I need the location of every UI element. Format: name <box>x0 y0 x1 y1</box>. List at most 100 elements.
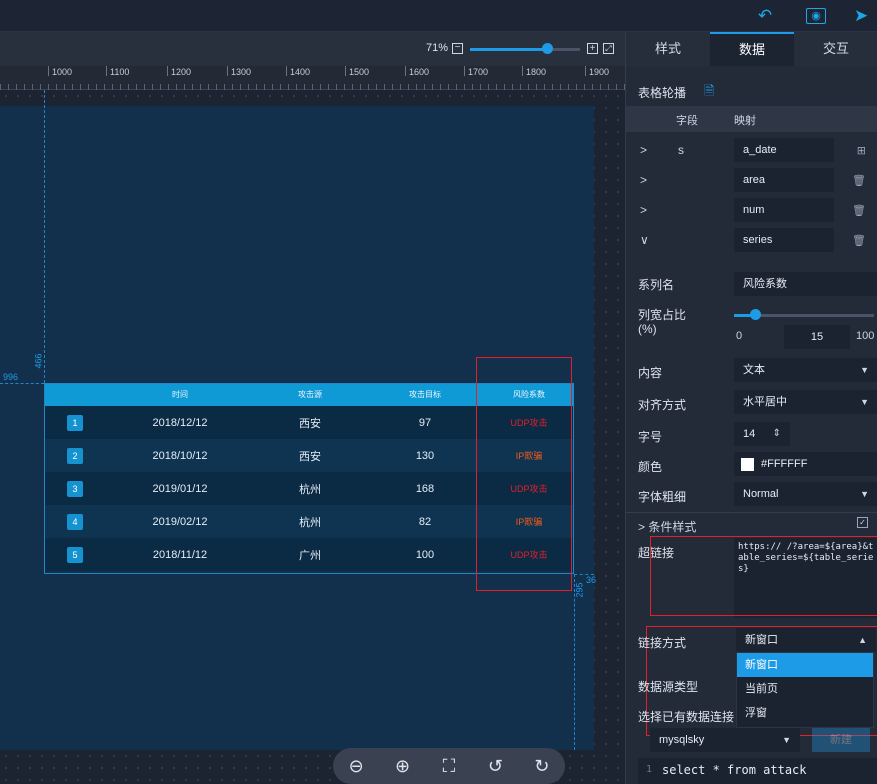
ruler-tick: 1300 <box>227 66 251 77</box>
cell-time: 2019/02/12 <box>152 515 208 528</box>
ruler-tick: 1600 <box>405 66 429 77</box>
trash-icon[interactable]: 🗑 <box>852 204 866 217</box>
color-picker[interactable]: #FFFFFF <box>734 452 877 476</box>
align-label: 对齐方式 <box>638 398 687 412</box>
connection-select[interactable]: mysqlsky ▼ <box>650 728 800 752</box>
ruler-tick: 1700 <box>464 66 488 77</box>
fullscreen-icon[interactable]: ⛶ <box>436 756 462 777</box>
zoom-out-button[interactable]: − <box>452 43 463 54</box>
option-new-window[interactable]: 新窗口 <box>737 653 873 677</box>
col-width-handle[interactable] <box>750 309 761 320</box>
cell-source: 广州 <box>299 549 321 562</box>
line-number: 1 <box>646 764 653 775</box>
col-width-unit: (%) <box>638 322 657 336</box>
undo-icon[interactable]: ↶ <box>754 6 776 26</box>
trash-icon[interactable]: 🗑 <box>852 174 866 187</box>
field-row[interactable]: > num 🗑 <box>626 196 877 224</box>
fontsize-label: 字号 <box>638 430 663 444</box>
field-map-input[interactable]: a_date <box>734 138 834 162</box>
guide-line-vertical <box>44 90 45 383</box>
mapping-field-label: 字段 <box>676 115 698 127</box>
align-select[interactable]: 水平居中 ▼ <box>734 390 877 414</box>
chevron-down-icon[interactable]: ∨ <box>640 233 649 247</box>
zoom-slider-track[interactable] <box>470 48 580 51</box>
cell-time: 2018/11/12 <box>152 548 208 561</box>
zoom-slider-fill <box>470 48 547 51</box>
cell-time: 2018/12/12 <box>152 416 208 429</box>
publish-icon[interactable]: ➤ <box>850 6 872 26</box>
guide-top-label: 466 <box>33 353 44 369</box>
color-value: #FFFFFF <box>761 458 808 470</box>
cell-target: 97 <box>418 416 432 429</box>
link-mode-dropdown: 新窗口 当前页 浮窗 <box>736 652 874 728</box>
col-width-label: 列宽占比 <box>638 308 687 322</box>
fontsize-stepper[interactable]: 14 ⇕ <box>734 422 790 446</box>
content-value: 文本 <box>743 364 765 376</box>
caret-down-icon: ▼ <box>860 489 869 499</box>
header-target: 攻击目标 <box>409 390 441 399</box>
link-mode-select[interactable]: 新窗口 ▲ <box>736 628 876 652</box>
cell-time: 2019/01/12 <box>152 482 208 495</box>
cell-source: 西安 <box>299 417 321 430</box>
tab-style[interactable]: 样式 <box>626 32 710 66</box>
cell-target: 82 <box>418 515 432 528</box>
sql-editor[interactable]: 1 select * from attack <box>638 758 877 784</box>
add-field-icon[interactable]: ⊞ <box>857 144 866 157</box>
field-map-input[interactable]: area <box>734 168 834 192</box>
condition-style-label[interactable]: > 条件样式 <box>638 518 696 535</box>
fontweight-value: Normal <box>743 488 779 500</box>
zoom-in-button[interactable]: + <box>587 43 598 54</box>
chevron-right-icon[interactable]: > <box>640 143 647 157</box>
zoom-in-icon[interactable]: ⊕ <box>390 756 416 777</box>
stepper-icon[interactable]: ⇕ <box>773 423 781 445</box>
zoom-out-icon[interactable]: ⊖ <box>343 756 369 777</box>
guide-right-label: 36 <box>586 575 597 585</box>
mapping-map-label: 映射 <box>734 115 756 127</box>
content-select[interactable]: 文本 ▼ <box>734 358 877 382</box>
tab-data[interactable]: 数据 <box>710 32 794 66</box>
new-connection-button[interactable]: 新建 <box>812 728 870 752</box>
panel-tabs: 样式 数据 交互 <box>626 32 877 66</box>
fontweight-label: 字体粗细 <box>638 490 687 504</box>
col-width-min: 0 <box>736 330 743 342</box>
field-map-input[interactable]: num <box>734 198 834 222</box>
preview-icon[interactable]: ◉ <box>806 8 826 24</box>
field-row[interactable]: > area 🗑 <box>626 166 877 194</box>
series-name-input[interactable]: 风险系数 <box>734 272 877 296</box>
field-map-input[interactable]: series <box>734 228 834 252</box>
header-time: 时间 <box>172 390 188 399</box>
ruler-tick: 1200 <box>167 66 191 77</box>
redo-rotate-icon[interactable]: ↻ <box>529 756 555 777</box>
undo-rotate-icon[interactable]: ↺ <box>482 756 508 777</box>
col-width-input[interactable]: 15 <box>784 325 850 349</box>
fontweight-select[interactable]: Normal ▼ <box>734 482 877 506</box>
field-row[interactable]: ∨ series 🗑 <box>626 226 877 254</box>
rank-badge: 1 <box>67 414 83 431</box>
color-swatch[interactable] <box>741 458 754 471</box>
trash-icon[interactable]: 🗑 <box>852 234 866 247</box>
condition-style-row[interactable]: > 条件样式 ✓ <box>626 512 877 536</box>
rank-badge: 3 <box>67 480 83 497</box>
chevron-right-icon[interactable]: > <box>640 173 647 187</box>
datasource-type-label: 数据源类型 <box>638 680 699 694</box>
fit-screen-button[interactable]: ⤢ <box>603 43 614 54</box>
option-current-page[interactable]: 当前页 <box>737 677 873 701</box>
document-icon[interactable]: 🗎 <box>704 82 714 104</box>
checkbox-icon[interactable]: ✓ <box>857 517 868 528</box>
hyperlink-highlight <box>650 536 877 616</box>
caret-up-icon: ▲ <box>858 635 867 645</box>
option-float-window[interactable]: 浮窗 <box>737 701 873 725</box>
top-toolbar: ↶ ◉ ➤ <box>0 0 877 32</box>
zoom-slider-handle[interactable] <box>542 43 553 54</box>
fontsize-value: 14 <box>743 428 756 440</box>
ruler-tick: 1000 <box>48 66 72 77</box>
guide-left-label: 996 <box>3 372 19 382</box>
tab-interaction[interactable]: 交互 <box>794 32 877 66</box>
align-value: 水平居中 <box>743 396 787 408</box>
field-row[interactable]: > s a_date ⊞ <box>626 136 877 164</box>
ruler-tick: 1100 <box>106 66 129 77</box>
guide-line-horizontal <box>0 383 44 384</box>
cell-source: 西安 <box>299 450 321 463</box>
header-source: 攻击源 <box>298 390 322 399</box>
chevron-right-icon[interactable]: > <box>640 203 647 217</box>
